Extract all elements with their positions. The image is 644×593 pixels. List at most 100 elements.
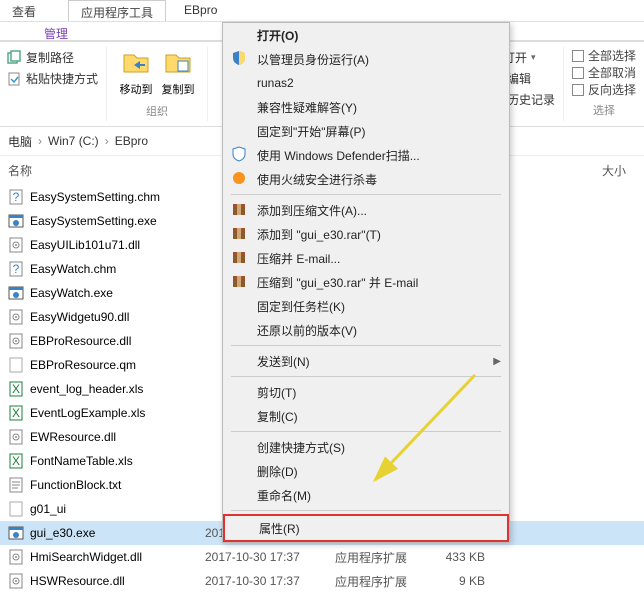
chevron-down-icon: ▾ — [531, 52, 536, 63]
file-icon — [8, 525, 24, 541]
menu-item-label: 删除(D) — [257, 463, 501, 480]
file-row[interactable]: HmiSearchWidget.dll 2017-10-30 17:37 应用程… — [0, 545, 644, 569]
move-to-button[interactable]: 移动到 — [115, 47, 157, 97]
menu-item-label: 固定到任务栏(K) — [257, 298, 501, 315]
file-icon: X — [8, 381, 24, 397]
menu-item[interactable]: 压缩并 E-mail... — [223, 246, 509, 270]
menu-item-label: 使用火绒安全进行杀毒 — [257, 171, 501, 188]
file-icon — [8, 213, 24, 229]
file-row[interactable]: HSWResource.dll 2017-10-30 17:37 应用程序扩展 … — [0, 569, 644, 593]
paste-shortcut-button[interactable]: 粘贴快捷方式 — [6, 68, 98, 89]
copy-path-button[interactable]: 复制路径 — [6, 47, 74, 68]
copy-to-button[interactable]: 复制到 — [157, 47, 199, 97]
invert-selection-button[interactable]: 反向选择 — [572, 81, 636, 98]
menu-item[interactable]: 删除(D) — [223, 459, 509, 483]
file-icon — [8, 573, 24, 589]
menu-separator — [231, 376, 501, 377]
crumb-folder[interactable]: EBpro — [115, 134, 148, 148]
menu-item[interactable]: 使用 Windows Defender扫描... — [223, 143, 509, 167]
rar-icon — [231, 225, 249, 243]
tab-app-tools-label: 应用程序工具 — [81, 4, 153, 21]
menu-item[interactable]: 发送到(N) ▶ — [223, 349, 509, 373]
file-icon — [8, 549, 24, 565]
defender-icon — [231, 146, 249, 164]
title-tabs: 查看 应用程序工具 EBpro — [0, 0, 644, 22]
file-name: g01_ui — [30, 502, 205, 516]
menu-item[interactable]: 使用火绒安全进行杀毒 — [223, 167, 509, 191]
blank-icon — [231, 122, 249, 140]
huorong-icon — [231, 170, 249, 188]
menu-item[interactable]: runas2 — [223, 71, 509, 95]
rar-icon — [231, 249, 249, 267]
menu-item[interactable]: 创建快捷方式(S) — [223, 435, 509, 459]
checkbox-icon — [572, 50, 584, 62]
menu-item-label: 剪切(T) — [257, 384, 501, 401]
file-name: EasySystemSetting.exe — [30, 214, 205, 228]
menu-separator — [231, 431, 501, 432]
menu-item-label: 使用 Windows Defender扫描... — [257, 147, 501, 164]
select-none-button[interactable]: 全部取消 — [572, 64, 636, 81]
menu-item[interactable]: 复制(C) — [223, 404, 509, 428]
blank-icon — [231, 486, 249, 504]
select-none-label: 全部取消 — [588, 64, 636, 81]
move-to-label: 移动到 — [120, 81, 153, 97]
move-to-icon — [120, 47, 152, 79]
file-name: event_log_header.xls — [30, 382, 205, 396]
menu-item-label: 兼容性疑难解答(Y) — [257, 99, 501, 116]
menu-item[interactable]: 剪切(T) — [223, 380, 509, 404]
menu-item[interactable]: 固定到任务栏(K) — [223, 294, 509, 318]
blank-icon — [231, 26, 249, 44]
file-size: 433 KB — [425, 550, 495, 564]
organize-group-label: 组织 — [146, 103, 168, 119]
file-date: 2017-10-30 17:37 — [205, 550, 335, 564]
context-menu: 打开(O) 以管理员身份运行(A) runas2 兼容性疑难解答(Y) 固定到"… — [222, 22, 510, 543]
menu-item[interactable]: 压缩到 "gui_e30.rar" 并 E-mail — [223, 270, 509, 294]
file-icon — [8, 357, 24, 373]
menu-item[interactable]: 兼容性疑难解答(Y) — [223, 95, 509, 119]
menu-item-label: 复制(C) — [257, 408, 501, 425]
paste-shortcut-icon — [6, 71, 22, 87]
window-title: EBpro — [176, 0, 225, 21]
file-icon — [8, 501, 24, 517]
menu-item[interactable]: 添加到压缩文件(A)... — [223, 198, 509, 222]
file-name: HSWResource.dll — [30, 574, 205, 588]
edit-label: 编辑 — [507, 70, 531, 87]
menu-separator — [231, 194, 501, 195]
crumb-computer[interactable]: 电脑 — [8, 133, 32, 150]
tab-view[interactable]: 查看 — [0, 0, 48, 21]
menu-item[interactable]: 还原以前的版本(V) — [223, 318, 509, 342]
menu-item-label: 属性(R) — [259, 520, 499, 537]
col-size[interactable]: 大小 — [566, 162, 636, 179]
menu-item[interactable]: 重命名(M) — [223, 483, 509, 507]
svg-text:?: ? — [13, 262, 20, 276]
menu-item-label: runas2 — [257, 76, 501, 90]
menu-item[interactable]: 固定到"开始"屏幕(P) — [223, 119, 509, 143]
tab-app-tools[interactable]: 应用程序工具 — [68, 0, 166, 21]
blank-icon — [231, 407, 249, 425]
copy-path-icon — [6, 50, 22, 66]
menu-item[interactable]: 打开(O) — [223, 23, 509, 47]
select-all-button[interactable]: 全部选择 — [572, 47, 636, 64]
blank-icon — [231, 98, 249, 116]
menu-item[interactable]: 属性(R) — [223, 514, 509, 542]
menu-item[interactable]: 添加到 "gui_e30.rar"(T) — [223, 222, 509, 246]
blank-icon — [231, 383, 249, 401]
file-name: EasyWatch.chm — [30, 262, 205, 276]
copy-to-icon — [162, 47, 194, 79]
rar-icon — [231, 201, 249, 219]
svg-text:X: X — [12, 406, 20, 420]
crumb-drive[interactable]: Win7 (C:) — [48, 134, 99, 148]
file-icon: X — [8, 405, 24, 421]
menu-separator — [231, 510, 501, 511]
copy-path-label: 复制路径 — [26, 49, 74, 66]
blank-icon — [233, 519, 251, 537]
select-all-label: 全部选择 — [588, 47, 636, 64]
file-name: EasyWidgetu90.dll — [30, 310, 205, 324]
svg-text:X: X — [12, 454, 20, 468]
menu-item-label: 还原以前的版本(V) — [257, 322, 501, 339]
file-name: EasyUILib101u71.dll — [30, 238, 205, 252]
file-date: 2017-10-30 17:37 — [205, 574, 335, 588]
tab-manage[interactable]: 管理 — [32, 22, 80, 40]
menu-item[interactable]: 以管理员身份运行(A) — [223, 47, 509, 71]
col-name[interactable]: 名称 — [8, 162, 203, 179]
